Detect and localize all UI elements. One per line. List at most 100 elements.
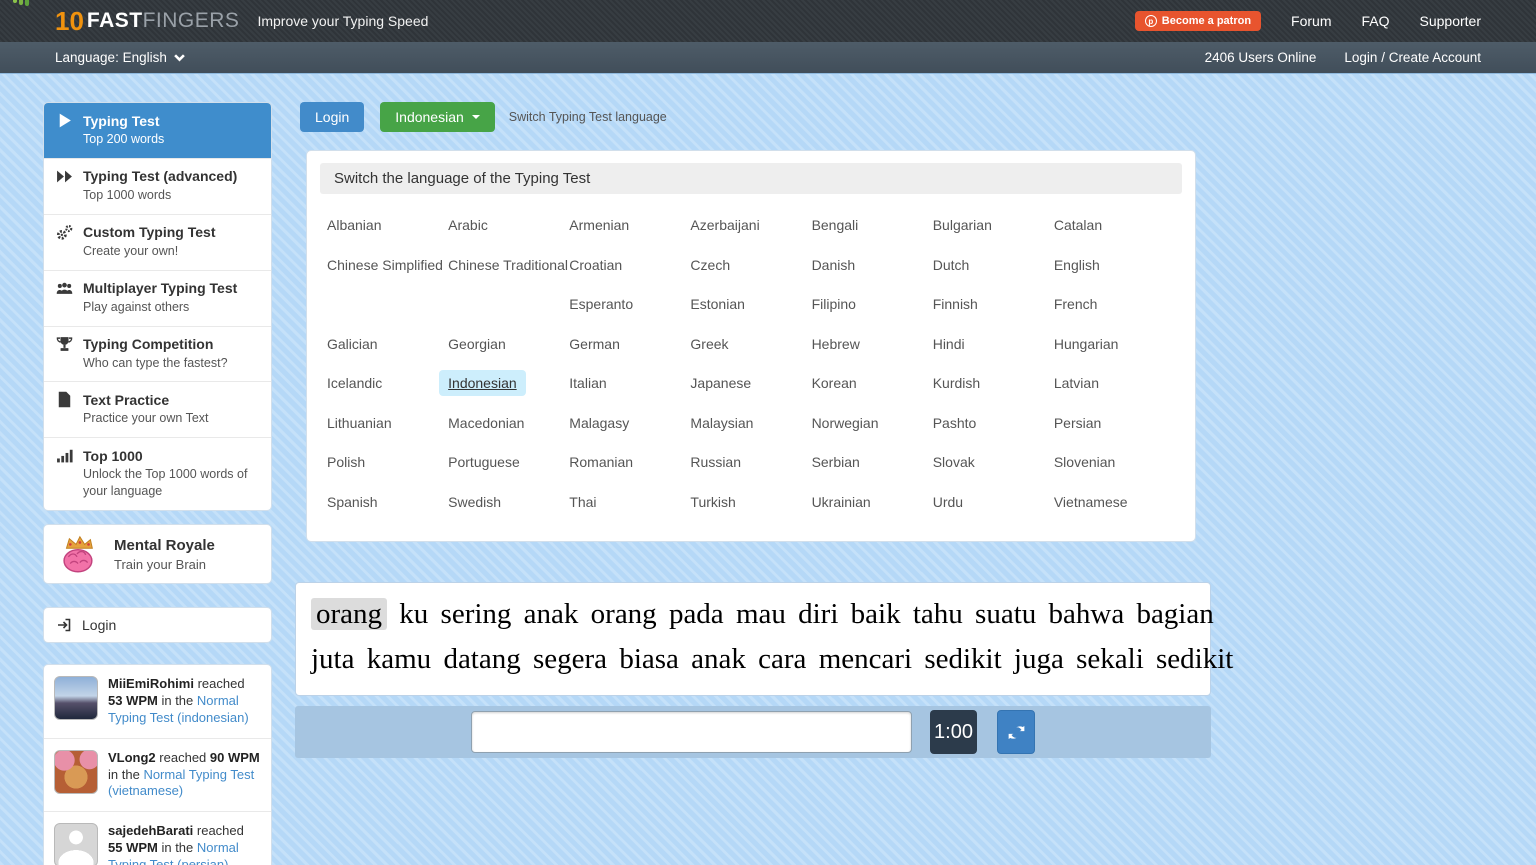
language-link[interactable]: Swedish bbox=[448, 494, 501, 510]
typing-word: datang bbox=[443, 643, 520, 675]
language-link[interactable]: Chinese Traditional bbox=[448, 257, 568, 273]
language-link[interactable]: Croatian bbox=[569, 257, 622, 273]
test-toolbar: Login Indonesian Switch Typing Test lang… bbox=[300, 102, 1211, 132]
sidebar-item-typing-test[interactable]: Typing TestTop 200 words bbox=[44, 103, 271, 158]
typing-word: cara bbox=[758, 643, 806, 675]
language-link[interactable]: Indonesian bbox=[439, 370, 526, 396]
typing-word: diri bbox=[798, 598, 838, 630]
language-link[interactable]: Filipino bbox=[812, 296, 856, 312]
language-link[interactable]: Hindi bbox=[933, 336, 965, 352]
language-link[interactable]: Estonian bbox=[690, 296, 744, 312]
language-link[interactable]: Icelandic bbox=[327, 375, 382, 391]
language-link[interactable]: Spanish bbox=[327, 494, 378, 510]
language-link[interactable]: Azerbaijani bbox=[690, 217, 759, 233]
nav-link-forum[interactable]: Forum bbox=[1291, 13, 1331, 29]
sidebar-item-mental-royale[interactable]: Mental Royale Train your Brain bbox=[43, 524, 272, 584]
language-link[interactable]: Arabic bbox=[448, 217, 488, 233]
language-link[interactable]: Danish bbox=[812, 257, 856, 273]
language-link[interactable]: Macedonian bbox=[448, 415, 524, 431]
language-link[interactable]: Russian bbox=[690, 454, 741, 470]
test-language-label: Indonesian bbox=[395, 109, 464, 125]
main-content: Login Indonesian Switch Typing Test lang… bbox=[295, 102, 1211, 865]
login-create-account-link[interactable]: Login / Create Account bbox=[1344, 50, 1481, 65]
language-link[interactable]: Serbian bbox=[812, 454, 860, 470]
language-link[interactable]: French bbox=[1054, 296, 1098, 312]
language-link-spanish: Spanish bbox=[327, 484, 448, 524]
language-link[interactable]: Urdu bbox=[933, 494, 963, 510]
site-language-switcher[interactable]: Language: English bbox=[55, 50, 185, 65]
test-language-dropdown[interactable]: Indonesian bbox=[380, 102, 495, 132]
achievement-item: VLong2 reached 90 WPM in the Normal Typi… bbox=[44, 738, 271, 812]
language-link[interactable]: Slovenian bbox=[1054, 454, 1116, 470]
language-link[interactable]: Persian bbox=[1054, 415, 1101, 431]
typing-input[interactable] bbox=[471, 711, 912, 753]
language-link[interactable]: Vietnamese bbox=[1054, 494, 1128, 510]
language-link[interactable]: Slovak bbox=[933, 454, 975, 470]
language-link[interactable]: Bulgarian bbox=[933, 217, 992, 233]
language-link[interactable]: Pashto bbox=[933, 415, 977, 431]
avatar bbox=[54, 676, 98, 720]
sidebar-item-text-practice[interactable]: Text PracticePractice your own Text bbox=[44, 381, 271, 437]
nav-link-supporter[interactable]: Supporter bbox=[1420, 13, 1481, 29]
become-patron-button[interactable]: p Become a patron bbox=[1135, 11, 1261, 31]
language-link[interactable]: Albanian bbox=[327, 217, 382, 233]
sidebar-item-typing-competition[interactable]: Typing CompetitionWho can type the faste… bbox=[44, 326, 271, 382]
language-link[interactable]: Portuguese bbox=[448, 454, 520, 470]
language-link[interactable]: Malaysian bbox=[690, 415, 753, 431]
language-link[interactable]: Greek bbox=[690, 336, 728, 352]
language-link[interactable]: Polish bbox=[327, 454, 365, 470]
site-logo[interactable]: 10 FAST FINGERS bbox=[55, 9, 239, 33]
language-link[interactable]: Hebrew bbox=[812, 336, 860, 352]
language-link[interactable]: Romanian bbox=[569, 454, 633, 470]
language-link[interactable]: Malagasy bbox=[569, 415, 629, 431]
language-link[interactable]: English bbox=[1054, 257, 1100, 273]
language-link-norwegian: Norwegian bbox=[812, 405, 933, 445]
menu-item-title: Top 1000 bbox=[83, 448, 143, 464]
typing-word: bahwa bbox=[1049, 598, 1125, 630]
language-link-turkish: Turkish bbox=[690, 484, 811, 524]
language-link[interactable]: Hungarian bbox=[1054, 336, 1119, 352]
reload-test-button[interactable] bbox=[997, 710, 1035, 754]
achievement-item: MiiEmiRohimi reached 53 WPM in the Norma… bbox=[44, 665, 271, 738]
language-link[interactable]: Bengali bbox=[812, 217, 859, 233]
language-link[interactable]: Chinese Simplified bbox=[327, 257, 443, 273]
language-link[interactable]: German bbox=[569, 336, 620, 352]
typing-word: ku bbox=[399, 598, 428, 630]
sidebar-login-button[interactable]: Login bbox=[43, 607, 272, 643]
sidebar-item-multiplayer-typing-test[interactable]: Multiplayer Typing TestPlay against othe… bbox=[44, 270, 271, 326]
site-language-label: Language: English bbox=[55, 50, 167, 65]
language-link[interactable]: Norwegian bbox=[812, 415, 879, 431]
language-link[interactable]: Esperanto bbox=[569, 296, 633, 312]
login-button[interactable]: Login bbox=[300, 102, 364, 132]
language-link[interactable]: Finnish bbox=[933, 296, 978, 312]
language-link-catalan: Catalan bbox=[1054, 207, 1175, 247]
sidebar-item-custom-typing-test[interactable]: Custom Typing TestCreate your own! bbox=[44, 214, 271, 270]
language-link[interactable]: Korean bbox=[812, 375, 857, 391]
language-link[interactable]: Georgian bbox=[448, 336, 506, 352]
language-link-greek: Greek bbox=[690, 326, 811, 366]
language-link[interactable]: Ukrainian bbox=[812, 494, 871, 510]
language-link[interactable]: Latvian bbox=[1054, 375, 1099, 391]
login-icon bbox=[56, 617, 72, 633]
language-link-bengali: Bengali bbox=[812, 207, 933, 247]
language-link[interactable]: Turkish bbox=[690, 494, 735, 510]
language-link[interactable]: Japanese bbox=[690, 375, 751, 391]
achievement-text: sajedehBarati reached 55 WPM in the Norm… bbox=[108, 823, 261, 865]
typing-word: kamu bbox=[367, 643, 431, 675]
language-link-armenian: Armenian bbox=[569, 207, 690, 247]
language-link[interactable]: Italian bbox=[569, 375, 606, 391]
nav-link-faq[interactable]: FAQ bbox=[1362, 13, 1390, 29]
sidebar-item-top-1000[interactable]: Top 1000Unlock the Top 1000 words of you… bbox=[44, 437, 271, 510]
language-panel-header: Switch the language of the Typing Test bbox=[320, 163, 1182, 194]
sidebar-item-typing-test-advanced-[interactable]: Typing Test (advanced)Top 1000 words bbox=[44, 158, 271, 214]
language-link[interactable]: Galician bbox=[327, 336, 378, 352]
language-link[interactable]: Lithuanian bbox=[327, 415, 392, 431]
menu-item-title: Typing Competition bbox=[83, 336, 213, 352]
language-link[interactable]: Thai bbox=[569, 494, 596, 510]
language-link[interactable]: Armenian bbox=[569, 217, 629, 233]
language-link[interactable]: Czech bbox=[690, 257, 730, 273]
language-link[interactable]: Kurdish bbox=[933, 375, 980, 391]
language-link[interactable]: Catalan bbox=[1054, 217, 1102, 233]
trophy-icon bbox=[56, 336, 73, 353]
language-link[interactable]: Dutch bbox=[933, 257, 970, 273]
